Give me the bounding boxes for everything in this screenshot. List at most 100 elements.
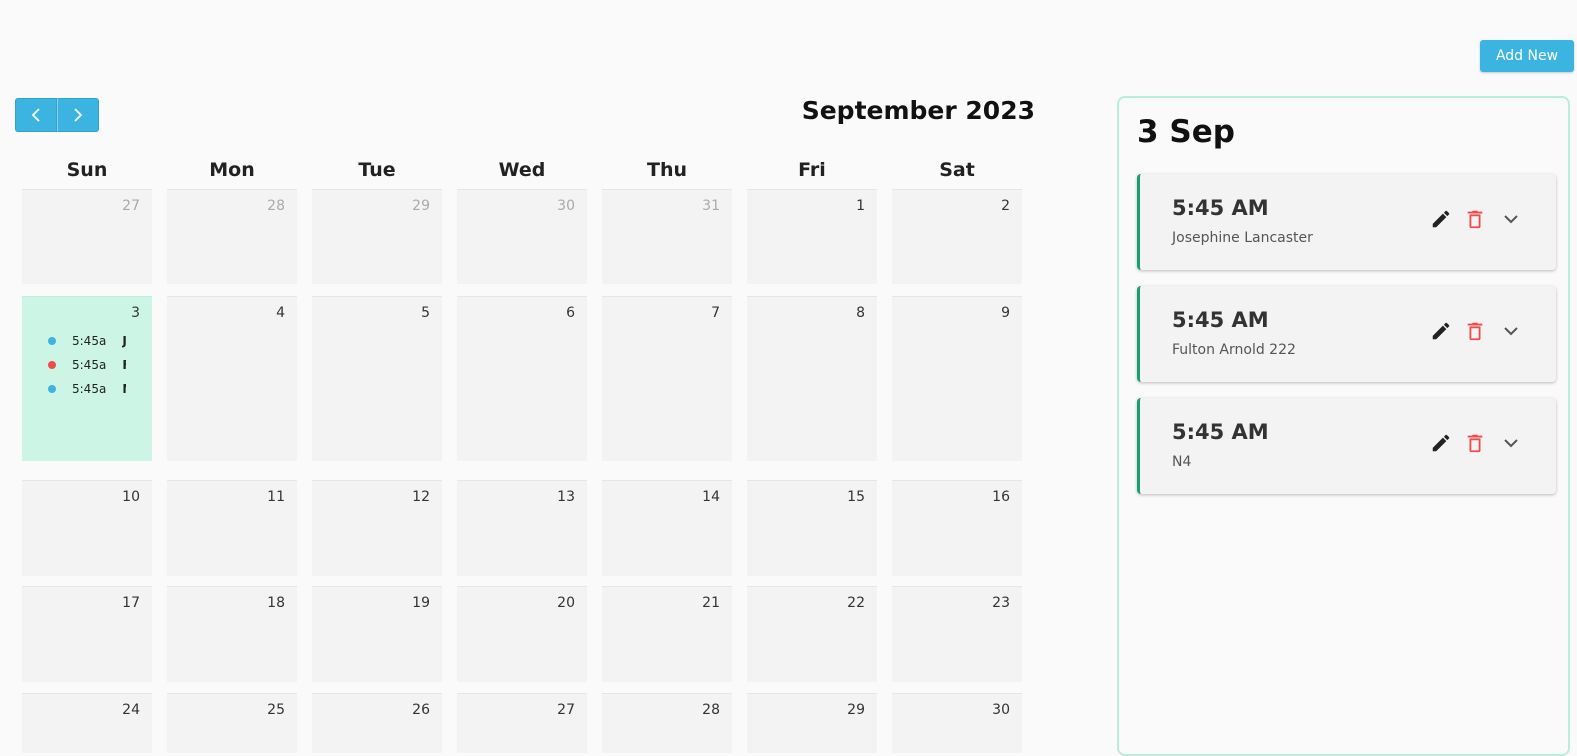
day-cell[interactable]: 30 [457,189,587,284]
day-cell[interactable]: 19 [312,586,442,682]
day-number: 24 [122,702,140,718]
weekday-header-wed: Wed [498,159,546,181]
chevron-down-icon[interactable] [1502,212,1520,226]
day-number: 7 [711,305,720,321]
calendar-event[interactable]: 5:45a Fulton Arnold 222 [48,357,126,373]
day-cell[interactable]: 28 [167,189,297,284]
pencil-icon[interactable] [1430,208,1452,230]
day-number: 23 [992,595,1010,611]
day-cell[interactable]: 29 [747,693,877,753]
day-number: 21 [702,595,720,611]
day-number: 12 [412,489,430,505]
event-card-name: Fulton Arnold 222 [1172,342,1296,358]
day-cell[interactable]: 27 [457,693,587,753]
event-time: 5:45a [72,334,107,348]
day-cell[interactable]: 20 [457,586,587,682]
event-dot-icon [48,385,56,393]
weekday-header-sat: Sat [939,159,975,181]
day-number: 2 [1001,198,1010,214]
day-cell[interactable]: 26 [312,693,442,753]
day-cell[interactable]: 7 [602,296,732,461]
day-number: 28 [267,198,285,214]
event-card-time: 5:45 AM [1172,196,1269,220]
event-card[interactable]: 5:45 AM N4 [1137,398,1556,494]
day-number: 30 [992,702,1010,718]
day-cell[interactable]: 23 [892,586,1022,682]
event-title: Fulton Arnold 222 [122,358,126,372]
day-number: 14 [702,489,720,505]
day-cell[interactable]: 1 [747,189,877,284]
day-cell[interactable]: 28 [602,693,732,753]
day-number: 5 [421,305,430,321]
day-detail-panel: 3 Sep 5:45 AM Josephine Lancaster 5:45 AM F… [1117,96,1570,756]
event-card-time: 5:45 AM [1172,308,1269,332]
day-cell[interactable]: 24 [22,693,152,753]
event-card[interactable]: 5:45 AM Fulton Arnold 222 [1137,286,1556,382]
day-number: 13 [557,489,575,505]
day-number: 29 [847,702,865,718]
day-cell[interactable]: 15 [747,480,877,576]
event-dot-icon [48,361,56,369]
chevron-down-icon[interactable] [1502,436,1520,450]
day-cell[interactable]: 27 [22,189,152,284]
day-cell[interactable]: 16 [892,480,1022,576]
chevron-left-icon [31,108,40,122]
day-cell[interactable]: 17 [22,586,152,682]
day-number: 3 [131,305,140,321]
day-cell[interactable]: 22 [747,586,877,682]
day-number: 29 [412,198,430,214]
next-month-button[interactable] [57,98,99,132]
day-cell[interactable]: 25 [167,693,297,753]
weekday-header-sun: Sun [66,159,108,181]
calendar-event[interactable]: 5:45a N4 [48,381,126,397]
chevron-down-icon[interactable] [1502,324,1520,338]
day-cell[interactable]: 13 [457,480,587,576]
day-cell[interactable]: 9 [892,296,1022,461]
pencil-icon[interactable] [1430,320,1452,342]
event-card[interactable]: 5:45 AM Josephine Lancaster [1137,174,1556,270]
day-number: 22 [847,595,865,611]
panel-date-title: 3 Sep [1137,114,1235,150]
calendar-event[interactable]: 5:45a Josephine Lancaster [48,333,126,349]
day-cell[interactable]: 10 [22,480,152,576]
month-navigation [15,98,99,132]
event-card-name: Josephine Lancaster [1172,230,1313,246]
day-cell[interactable]: 21 [602,586,732,682]
event-time: 5:45a [72,358,107,372]
month-title: September 2023 [801,96,1035,125]
day-number: 8 [856,305,865,321]
day-number: 30 [557,198,575,214]
day-cell[interactable]: 3 5:45a Josephine Lancaster 5:45a Fulton Arn… [22,296,152,461]
day-number: 27 [557,702,575,718]
trash-icon[interactable] [1464,319,1486,343]
pencil-icon[interactable] [1430,432,1452,454]
day-cell[interactable]: 2 [892,189,1022,284]
day-number: 27 [122,198,140,214]
day-cell[interactable]: 31 [602,189,732,284]
event-time: 5:45a [72,382,107,396]
day-number: 31 [702,198,720,214]
weekday-header-fri: Fri [798,159,826,181]
event-title: N4 [122,382,126,396]
day-number: 19 [412,595,430,611]
weekday-header-mon: Mon [209,159,255,181]
add-new-button[interactable]: Add New [1480,40,1574,72]
day-number: 26 [412,702,430,718]
day-cell[interactable]: 12 [312,480,442,576]
day-cell[interactable]: 11 [167,480,297,576]
day-number: 17 [122,595,140,611]
trash-icon[interactable] [1464,207,1486,231]
day-number: 15 [847,489,865,505]
day-cell[interactable]: 6 [457,296,587,461]
day-cell[interactable]: 4 [167,296,297,461]
day-cell[interactable]: 18 [167,586,297,682]
day-cell[interactable]: 5 [312,296,442,461]
event-card-time: 5:45 AM [1172,420,1269,444]
prev-month-button[interactable] [15,98,57,132]
day-number: 20 [557,595,575,611]
day-cell[interactable]: 8 [747,296,877,461]
day-cell[interactable]: 30 [892,693,1022,753]
day-cell[interactable]: 29 [312,189,442,284]
trash-icon[interactable] [1464,431,1486,455]
day-cell[interactable]: 14 [602,480,732,576]
